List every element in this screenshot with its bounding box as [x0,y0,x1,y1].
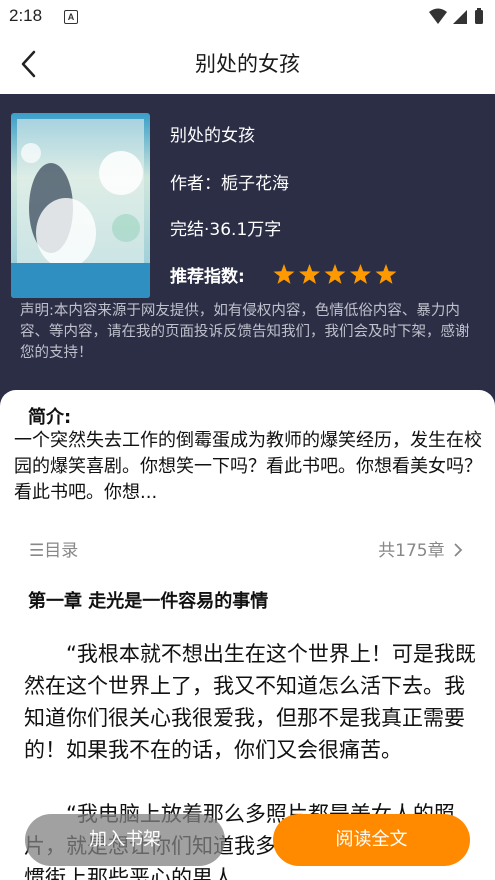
intro-text[interactable]: 一个突然失去工作的倒霉蛋成为教师的爆笑经历，发生在校园的爆笑喜剧。你想笑一下吗？… [14,428,484,506]
status-icons [429,8,483,24]
signal-icon [453,10,467,24]
detail-sheet: 简介: 一个突然失去工作的倒霉蛋成为教师的爆笑经历，发生在校园的爆笑喜剧。你想笑… [0,390,495,880]
book-title: 别处的女孩 [170,126,255,146]
chapter-title: 第一章 走光是一件容易的事情 [28,591,269,612]
wifi-icon [429,8,447,24]
rating-stars [273,264,397,284]
book-status: 完结·36.1万字 [170,220,282,240]
toc-link[interactable]: ☰目录 [29,536,78,561]
app-header: 别处的女孩 [0,34,495,94]
notification-icon: A [64,10,78,24]
recommend-label: 推荐指数: [170,267,245,287]
star-icon [299,264,320,284]
star-icon [375,264,397,284]
book-info-panel: 别处的女孩 作者：栀子花海 完结·36.1万字 推荐指数: 声明:本内容来源于网… [0,94,495,394]
star-icon [324,264,346,284]
book-cover[interactable] [11,113,150,298]
add-to-shelf-button[interactable]: 加入书架 [25,814,225,866]
read-all-button[interactable]: 阅读全文 [273,814,470,866]
status-bar: 2:18 A [0,0,495,34]
star-icon [350,264,371,284]
page-title: 别处的女孩 [195,52,300,76]
intro-label: 简介: [28,407,72,428]
status-time: 2:18 [9,6,43,25]
star-icon [273,264,295,284]
chapter-count-label: 共175章 [378,541,445,561]
book-author: 作者：栀子花海 [170,174,289,194]
battery-icon [475,10,483,24]
disclaimer-text: 声明:本内容来源于网友提供，如有侵权内容，色情低俗内容、暴力内容、等内容，请在我… [20,303,470,361]
chapter-count[interactable]: 共175章 [378,536,463,561]
chevron-right-icon [454,543,463,557]
